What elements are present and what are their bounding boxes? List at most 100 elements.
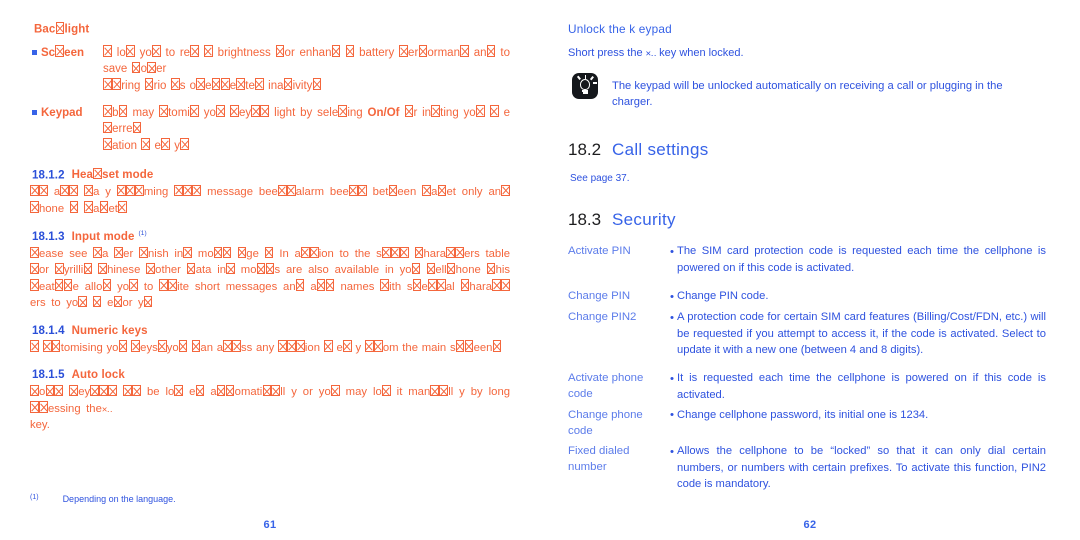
missing-glyph-box <box>357 184 367 197</box>
missing-glyph-box <box>437 279 446 291</box>
missing-glyph-box <box>132 121 142 134</box>
missing-glyph-box <box>131 340 140 352</box>
missing-glyph-box <box>475 105 485 117</box>
missing-glyph-box <box>161 138 170 151</box>
missing-glyph-box <box>300 246 310 258</box>
page-right: Unlock the k eypad Short press the ✕‥ ke… <box>540 0 1080 540</box>
missing-glyph-box <box>125 45 135 57</box>
missing-glyph-box <box>460 279 470 291</box>
square-bullet-icon <box>32 109 37 115</box>
missing-glyph-box <box>159 105 168 117</box>
missing-glyph-box <box>30 340 39 352</box>
missing-glyph-box <box>129 279 138 291</box>
missing-glyph-box <box>349 184 358 197</box>
missing-glyph-box <box>174 184 184 197</box>
missing-glyph-box <box>103 138 112 151</box>
missing-glyph-box <box>131 61 141 74</box>
missing-glyph-box <box>191 340 201 352</box>
bullet-body-screen-line1: lo yo to re brightness or enhan battery … <box>103 45 510 76</box>
missing-glyph-box <box>99 201 109 213</box>
missing-glyph-box <box>264 246 274 258</box>
missing-glyph-box <box>103 45 112 57</box>
bullet-body-keypad-pre: b may tomi yo ey light by sele ing <box>103 105 363 119</box>
missing-glyph-box <box>30 401 39 413</box>
missing-glyph-box <box>93 246 102 258</box>
missing-glyph-box <box>113 295 123 308</box>
missing-glyph-box <box>226 262 235 275</box>
missing-glyph-box <box>186 262 196 275</box>
table-row-description: Change PIN code. <box>677 290 769 303</box>
missing-glyph-box <box>30 246 39 258</box>
missing-glyph-box <box>309 246 319 258</box>
missing-glyph-box <box>230 105 239 117</box>
footnote-marker: (1) <box>138 230 147 238</box>
missing-glyph-box <box>446 262 456 275</box>
missing-glyph-box <box>139 246 148 258</box>
missing-glyph-box <box>331 45 341 57</box>
page-left: Bac light Sc een lo yo to re brightness or… <box>0 0 540 540</box>
table-row-label: Activate phone code <box>568 372 644 401</box>
table-row-label: Change PIN2 <box>568 311 637 324</box>
unlock-keypad-heading: Unlock the k eypad <box>568 22 672 36</box>
section-title: Auto lock <box>71 369 125 382</box>
missing-glyph-box <box>112 78 121 90</box>
section-body-18-1-5: o ey be lo e a omati ll y or yo may lo it … <box>30 384 510 433</box>
missing-glyph-box <box>55 22 65 34</box>
missing-glyph-box <box>190 105 199 117</box>
section-number: 18.1.3 <box>32 230 65 243</box>
missing-glyph-box <box>431 105 440 117</box>
square-bullet-icon <box>32 49 37 55</box>
table-row-label: Activate PIN <box>568 245 631 258</box>
missing-glyph-box <box>114 246 123 258</box>
missing-glyph-box <box>382 246 391 258</box>
missing-glyph-box <box>143 295 153 308</box>
missing-glyph-box <box>30 262 39 275</box>
missing-glyph-box <box>103 105 112 117</box>
bullet-dot-icon: • <box>670 245 674 258</box>
missing-glyph-box <box>223 340 232 352</box>
missing-glyph-box <box>286 184 296 197</box>
bullet-dot-icon: • <box>670 311 674 324</box>
section-heading-18-3: 18.3 Security <box>568 210 1046 230</box>
missing-glyph-box <box>55 262 64 275</box>
section-title: Numeric keys <box>71 324 148 337</box>
unlock-instruction-pre: Short press the <box>568 47 643 59</box>
section-body-18-1-5-line2: key. <box>30 419 50 432</box>
missing-glyph-box <box>278 184 287 197</box>
missing-glyph-box <box>437 184 447 197</box>
missing-glyph-box <box>132 384 141 397</box>
bullet-body-screen: lo yo to re brightness or enhan battery … <box>103 45 510 95</box>
missing-glyph-box <box>126 184 135 197</box>
missing-glyph-box <box>123 384 132 397</box>
missing-glyph-box <box>486 262 496 275</box>
missing-glyph-box <box>170 78 180 90</box>
table-row: Fixed dialed number • Allows the cellpho… <box>568 443 1046 492</box>
table-row: Activate phone code • It is requested ea… <box>568 370 1046 403</box>
page-number-left: 61 <box>263 519 277 531</box>
bullet-dot-icon: • <box>670 445 674 458</box>
bullet-term-screen: Sc een <box>41 45 84 59</box>
section-heading-18-2: 18.2 Call settings <box>568 140 1046 160</box>
missing-glyph-box <box>316 279 326 291</box>
missing-glyph-box <box>144 78 154 90</box>
section-title: Call settings <box>612 140 709 160</box>
missing-glyph-box <box>157 340 167 352</box>
missing-glyph-box <box>411 262 421 275</box>
section-heading-18-1-4: 18.1.4 Numeric keys <box>32 325 510 337</box>
bullet-body-keypad-bold: On/Of <box>367 106 400 119</box>
missing-glyph-box <box>216 384 226 397</box>
bullet-screen: Sc een lo yo to re brightness or enhan ba… <box>32 45 510 95</box>
missing-glyph-box <box>90 384 99 397</box>
missing-glyph-box <box>195 384 205 397</box>
unlock-instruction-post: key when locked. <box>659 47 744 59</box>
missing-glyph-box <box>30 184 39 197</box>
missing-glyph-box <box>141 138 151 151</box>
table-row-label: Fixed dialed number <box>568 445 630 474</box>
missing-glyph-box <box>39 401 48 413</box>
star-key-glyph: ✕‥ <box>101 404 113 415</box>
missing-glyph-box <box>275 45 285 57</box>
missing-glyph-box <box>178 340 188 352</box>
table-row-description: It is requested each time the cellphone … <box>677 372 1046 401</box>
missing-glyph-box <box>211 78 221 90</box>
missing-glyph-box <box>118 340 128 352</box>
